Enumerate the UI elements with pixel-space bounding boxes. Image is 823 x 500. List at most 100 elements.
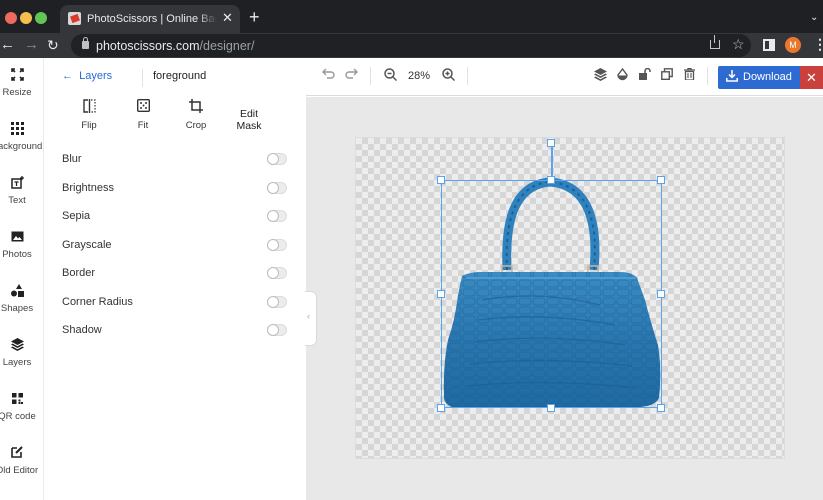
layers-stack-icon[interactable] xyxy=(594,68,607,85)
flip-icon xyxy=(64,99,114,117)
effect-row-grayscale: Grayscale xyxy=(62,236,288,256)
resize-handle-top-left[interactable] xyxy=(437,176,445,184)
nav-label: Photos xyxy=(2,249,32,260)
download-icon xyxy=(726,70,738,85)
opacity-icon[interactable] xyxy=(617,67,628,85)
nav-item-resize[interactable]: Resize xyxy=(0,68,44,98)
fit-icon xyxy=(118,98,168,117)
effect-label: Blur xyxy=(62,153,82,165)
tab-search-chevron-icon[interactable]: ⌄ xyxy=(810,12,818,23)
sepia-toggle[interactable] xyxy=(267,210,287,222)
blur-toggle[interactable] xyxy=(267,153,287,165)
back-to-layers-link[interactable]: ← Layers xyxy=(62,70,112,82)
border-toggle[interactable] xyxy=(267,267,287,279)
undo-icon[interactable] xyxy=(322,68,335,84)
nav-label: Old Editor xyxy=(0,465,39,476)
nav-item-old-editor[interactable]: Old Editor xyxy=(0,446,44,476)
shadow-toggle[interactable] xyxy=(267,324,287,336)
nav-item-photos[interactable]: Photos xyxy=(0,230,44,260)
close-editor-button[interactable]: ✕ xyxy=(800,66,823,89)
resize-handle-top-right[interactable] xyxy=(657,176,665,184)
layer-properties-panel: ← Layers foreground Flip Fit Crop Edit Ma… xyxy=(44,58,306,500)
back-label: Layers xyxy=(79,70,113,82)
lock-icon[interactable] xyxy=(82,37,89,49)
url-text[interactable]: photoscissors.com/designer/ xyxy=(96,39,254,53)
window-minimize-button[interactable] xyxy=(20,12,32,24)
layers-icon xyxy=(0,338,44,354)
text-icon xyxy=(0,176,44,192)
resize-handle-top[interactable] xyxy=(547,176,555,184)
tool-label: Crop xyxy=(185,120,207,131)
tab-close-icon[interactable]: ✕ xyxy=(222,11,233,25)
nav-label: QR code xyxy=(0,411,36,422)
reload-icon[interactable]: ↻ xyxy=(47,36,59,54)
nav-item-qr-code[interactable]: QR code xyxy=(0,392,44,422)
nav-item-shapes[interactable]: Shapes xyxy=(0,284,44,314)
left-navigation: Resize Background Text Photos Shapes xyxy=(0,58,44,500)
resize-icon xyxy=(0,68,44,84)
url-path: /designer/ xyxy=(199,39,255,53)
nav-item-text[interactable]: Text xyxy=(0,176,44,206)
delete-icon[interactable] xyxy=(684,67,695,84)
header-divider xyxy=(142,69,143,87)
photoscissors-designer: Resize Background Text Photos Shapes xyxy=(0,58,823,500)
duplicate-icon[interactable] xyxy=(661,68,673,84)
collapse-panel-handle[interactable]: ‹ xyxy=(305,291,317,346)
corner-radius-toggle[interactable] xyxy=(267,296,287,308)
grayscale-toggle[interactable] xyxy=(267,239,287,251)
qr-icon xyxy=(0,392,44,408)
tab-title: PhotoScissors | Online Background Remove… xyxy=(87,13,217,25)
favicon-icon xyxy=(68,12,81,25)
edit-icon xyxy=(0,446,44,462)
url-domain: photoscissors.com xyxy=(96,39,200,53)
browser-address-bar: ← → ↻ photoscissors.com/designer/ ☆ M ⋮ xyxy=(0,33,823,58)
effect-row-shadow: Shadow xyxy=(62,321,288,341)
browser-menu-icon[interactable]: ⋮ xyxy=(813,37,823,51)
crop-icon xyxy=(171,99,221,117)
nav-label: Resize xyxy=(2,87,32,98)
new-tab-button[interactable]: + xyxy=(249,8,260,26)
selection-box xyxy=(441,180,662,408)
window-close-button[interactable] xyxy=(5,12,17,24)
back-arrow-icon: ← xyxy=(62,70,73,82)
editor-toolbar: 28% Download ✕ xyxy=(306,58,823,96)
side-panel-icon[interactable] xyxy=(763,39,775,51)
resize-handle-bottom-right[interactable] xyxy=(657,404,665,412)
forward-arrow-icon[interactable]: → xyxy=(24,36,39,54)
bookmark-star-icon[interactable]: ☆ xyxy=(732,36,745,53)
brightness-toggle[interactable] xyxy=(267,182,287,194)
zoom-out-icon[interactable] xyxy=(384,68,398,85)
edit-mask-button[interactable]: Edit Mask xyxy=(224,105,274,132)
share-icon[interactable] xyxy=(710,35,720,49)
flip-button[interactable]: Flip xyxy=(64,99,114,132)
fit-button[interactable]: Fit xyxy=(118,98,168,132)
effect-row-border: Border xyxy=(62,264,288,284)
browser-tab[interactable]: PhotoScissors | Online Background Remove… xyxy=(60,5,240,33)
resize-handle-right[interactable] xyxy=(657,290,665,298)
resize-handle-bottom[interactable] xyxy=(547,404,555,412)
effect-label: Brightness xyxy=(62,182,114,194)
profile-avatar[interactable]: M xyxy=(785,37,801,53)
effect-row-corner-radius: Corner Radius xyxy=(62,293,288,313)
url-field-extension[interactable] xyxy=(331,34,751,57)
resize-handle-left[interactable] xyxy=(437,290,445,298)
resize-handle-bottom-left[interactable] xyxy=(437,404,445,412)
shapes-icon xyxy=(0,284,44,300)
redo-icon[interactable] xyxy=(345,68,358,84)
tool-label: Flip xyxy=(81,120,97,131)
nav-label: Background xyxy=(0,141,43,152)
rotate-handle[interactable] xyxy=(547,139,555,147)
back-arrow-icon[interactable]: ← xyxy=(0,36,15,54)
unlock-icon[interactable] xyxy=(639,67,651,84)
window-maximize-button[interactable] xyxy=(35,12,47,24)
nav-item-background[interactable]: Background xyxy=(0,122,44,152)
zoom-in-icon[interactable] xyxy=(442,68,456,85)
browser-tab-bar: PhotoScissors | Online Background Remove… xyxy=(0,0,823,33)
download-button[interactable]: Download xyxy=(718,66,803,89)
effect-label: Border xyxy=(62,267,96,279)
grid-icon xyxy=(0,122,44,138)
crop-button[interactable]: Crop xyxy=(171,99,221,132)
nav-item-layers[interactable]: Layers xyxy=(0,338,44,368)
effect-row-blur: Blur xyxy=(62,150,288,170)
toolbar-divider xyxy=(467,67,468,85)
